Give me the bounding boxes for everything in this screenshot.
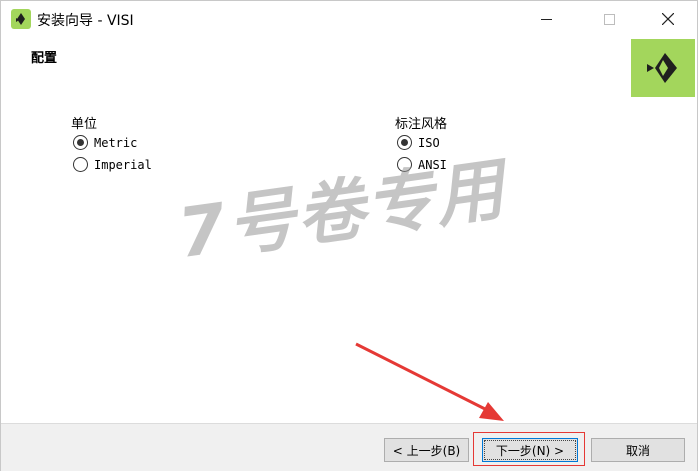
highlight-box xyxy=(473,432,585,466)
footer-bar: < 上一步(B) 下一步(N) > 取消 xyxy=(1,423,697,471)
red-arrow-annotation xyxy=(355,342,504,421)
installer-window: 安装向导 - VISI 配置 单位 Metric Imperial 标注风格 I… xyxy=(0,0,698,471)
cancel-button[interactable]: 取消 xyxy=(591,438,685,462)
back-button[interactable]: < 上一步(B) xyxy=(384,438,469,462)
